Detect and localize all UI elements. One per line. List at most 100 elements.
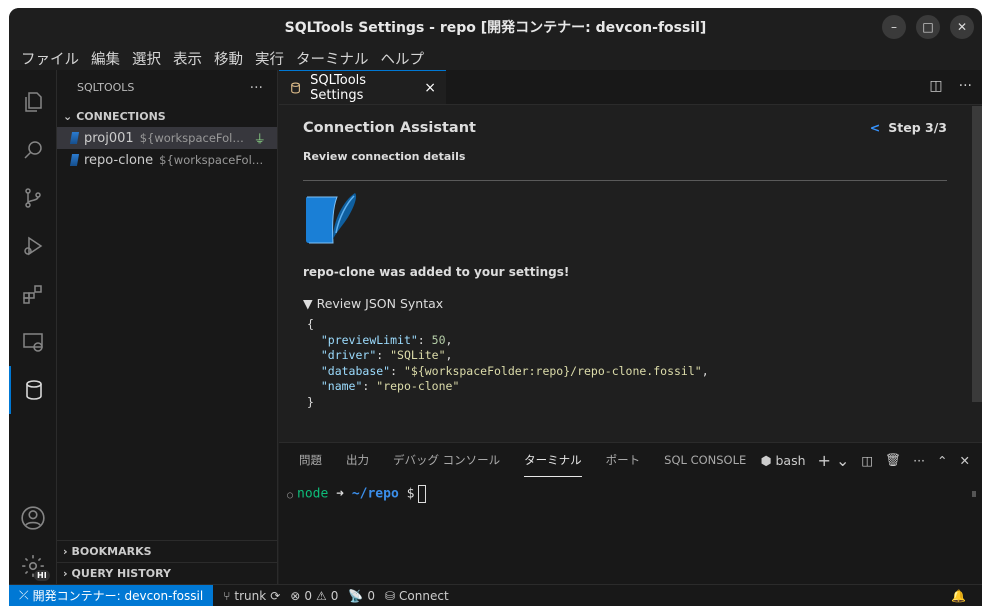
new-terminal-icon[interactable]: + ⌄ <box>818 451 850 470</box>
connection-path: ${workspaceFolder:repo}/proj001.fossil <box>139 131 248 145</box>
error-count: 0 <box>304 588 312 603</box>
warning-icon: ⚠ <box>315 588 327 603</box>
maximize-panel-icon[interactable]: ⌃ <box>937 453 947 468</box>
activity-bar: HI <box>9 70 57 584</box>
connection-assistant: Connection Assistant < Step 3/3 Review co… <box>279 106 972 442</box>
menu-file[interactable]: ファイル <box>15 48 85 69</box>
chevron-right-icon: › <box>63 545 68 558</box>
remote-indicator[interactable]: ⤫ 開発コンテナー: devcon-fossil <box>9 584 214 606</box>
extensions-icon[interactable] <box>9 270 57 318</box>
status-bar: ⤫ 開発コンテナー: devcon-fossil ⑂ trunk ⟳ ⊗ 0 ⚠… <box>9 584 982 606</box>
sqlite-icon <box>69 154 80 166</box>
bell-icon[interactable]: 🔔 <box>951 589 966 603</box>
menu-selection[interactable]: 選択 <box>126 48 167 69</box>
branch-indicator[interactable]: ⑂ trunk ⟳ <box>223 589 280 603</box>
prompt-symbol: $ <box>406 486 415 502</box>
problems-indicator[interactable]: ⊗ 0 ⚠ 0 <box>290 589 338 603</box>
maximize-button[interactable]: □ <box>916 15 940 39</box>
split-terminal-icon[interactable]: ◫ <box>861 453 873 468</box>
json-driver: SQLite <box>397 348 439 362</box>
editor-area: SQLTools Settings × ◫ ··· Connection Ass… <box>279 70 982 442</box>
menu-terminal[interactable]: ターミナル <box>290 48 375 69</box>
menu-edit[interactable]: 編集 <box>85 48 126 69</box>
sync-icon[interactable]: ⟳ <box>270 589 280 603</box>
plug-connected-icon[interactable]: ⏚ <box>254 130 266 147</box>
explorer-icon[interactable] <box>9 78 57 126</box>
more-actions-icon[interactable]: ··· <box>959 78 972 94</box>
review-json-toggle[interactable]: ▼ Review JSON Syntax <box>303 296 972 311</box>
split-editor-icon[interactable]: ◫ <box>929 78 942 94</box>
tab-ports[interactable]: ポート <box>606 443 641 477</box>
terminal-scrollbar[interactable] <box>972 491 976 497</box>
step-indicator: < Step 3/3 <box>870 120 947 136</box>
close-panel-icon[interactable]: ✕ <box>960 453 970 468</box>
window-title: SQLTools Settings - repo [開発コンテナー: devco… <box>284 20 707 36</box>
connection-item-proj001[interactable]: proj001 ${workspaceFolder:repo}/proj001.… <box>57 127 277 149</box>
search-icon[interactable] <box>9 126 57 174</box>
query-history-section-header[interactable]: › QUERY HISTORY <box>57 562 278 584</box>
menu-go[interactable]: 移動 <box>208 48 249 69</box>
review-subtitle: Review connection details <box>303 150 466 163</box>
bookmarks-section-header[interactable]: › BOOKMARKS <box>57 540 278 562</box>
shell-label: bash <box>775 452 806 468</box>
editor-tabs: SQLTools Settings × ◫ ··· <box>279 70 982 105</box>
prompt-arrow: ➜ <box>336 486 344 502</box>
tab-output[interactable]: 出力 <box>346 443 369 477</box>
prompt-user: node <box>297 486 329 502</box>
connection-name: proj001 <box>84 130 134 146</box>
sqltools-database-icon[interactable] <box>9 366 57 414</box>
step-label: Step 3/3 <box>888 120 947 135</box>
warning-count: 0 <box>330 588 339 603</box>
branch-label: trunk <box>234 588 267 603</box>
tab-debug-console[interactable]: デバッグ コンソール <box>393 443 500 477</box>
ports-indicator[interactable]: 📡 0 <box>348 589 375 603</box>
sqltools-connect-button[interactable]: ⛁ Connect <box>385 589 449 603</box>
editor-scrollbar[interactable] <box>972 106 982 402</box>
account-badge: HI <box>34 570 50 581</box>
tab-sqltools-settings[interactable]: SQLTools Settings × <box>279 70 446 104</box>
sqlite-logo <box>303 191 361 247</box>
terminal-content[interactable]: ○ node ➜ ~/repo $ <box>279 477 982 503</box>
tab-close-icon[interactable]: × <box>424 80 436 96</box>
prompt-dot-icon: ○ <box>287 489 294 501</box>
json-database: ${workspaceFolder:repo}/repo-clone.fossi… <box>410 363 695 378</box>
tab-terminal[interactable]: ターミナル <box>524 443 582 477</box>
remote-icon: ⤫ <box>19 588 29 602</box>
tab-sql-console[interactable]: SQL CONSOLE <box>664 443 746 477</box>
menu-help[interactable]: ヘルプ <box>375 48 431 69</box>
json-preview: { "previewLimit": 50, "driver": "SQLite"… <box>307 317 709 409</box>
menu-view[interactable]: 表示 <box>167 48 208 69</box>
ports-count: 0 <box>367 588 375 603</box>
minimize-button[interactable]: – <box>882 15 906 39</box>
remote-label: 開発コンテナー: devcon-fossil <box>32 589 204 603</box>
chevron-down-icon: ⌄ <box>63 109 73 123</box>
trash-icon[interactable]: 🗑 <box>885 452 901 468</box>
back-step-button[interactable]: < <box>870 120 880 135</box>
connection-name: repo-clone <box>84 152 154 168</box>
connections-section-header[interactable]: ⌄ CONNECTIONS <box>57 105 277 127</box>
account-icon[interactable] <box>9 494 57 542</box>
broadcast-icon: 📡 <box>348 588 364 603</box>
terminal-cursor <box>418 485 427 503</box>
terminal-icon: ⬢ <box>760 452 772 468</box>
menu-run[interactable]: 実行 <box>249 48 290 69</box>
remote-explorer-icon[interactable] <box>9 318 57 366</box>
json-name: repo-clone <box>383 379 453 393</box>
more-actions-icon[interactable]: ··· <box>913 453 925 468</box>
prompt-path: ~/repo <box>351 486 399 502</box>
menu-bar: ファイル 編集 選択 表示 移動 実行 ターミナル ヘルプ <box>9 46 982 70</box>
manage-gear-icon[interactable]: HI <box>9 542 57 590</box>
chevron-right-icon: › <box>63 567 68 580</box>
run-debug-icon[interactable] <box>9 222 57 270</box>
source-control-icon[interactable] <box>9 174 57 222</box>
connection-item-repo-clone[interactable]: repo-clone ${workspaceFolder:repo}/repo-… <box>57 149 277 171</box>
tab-problems[interactable]: 問題 <box>299 443 322 477</box>
terminal-shell-selector[interactable]: ⬢ bash <box>761 453 806 468</box>
tab-label: SQLTools Settings <box>310 72 367 103</box>
added-message: repo-clone was added to your settings! <box>303 265 570 279</box>
connections-label: CONNECTIONS <box>76 109 166 123</box>
close-window-button[interactable]: ✕ <box>950 15 974 39</box>
bookmarks-label: BOOKMARKS <box>71 545 152 558</box>
connection-path: ${workspaceFolder:repo}/repo-clone.fossi… <box>159 153 267 167</box>
sidebar-more-button[interactable]: ··· <box>250 80 263 96</box>
